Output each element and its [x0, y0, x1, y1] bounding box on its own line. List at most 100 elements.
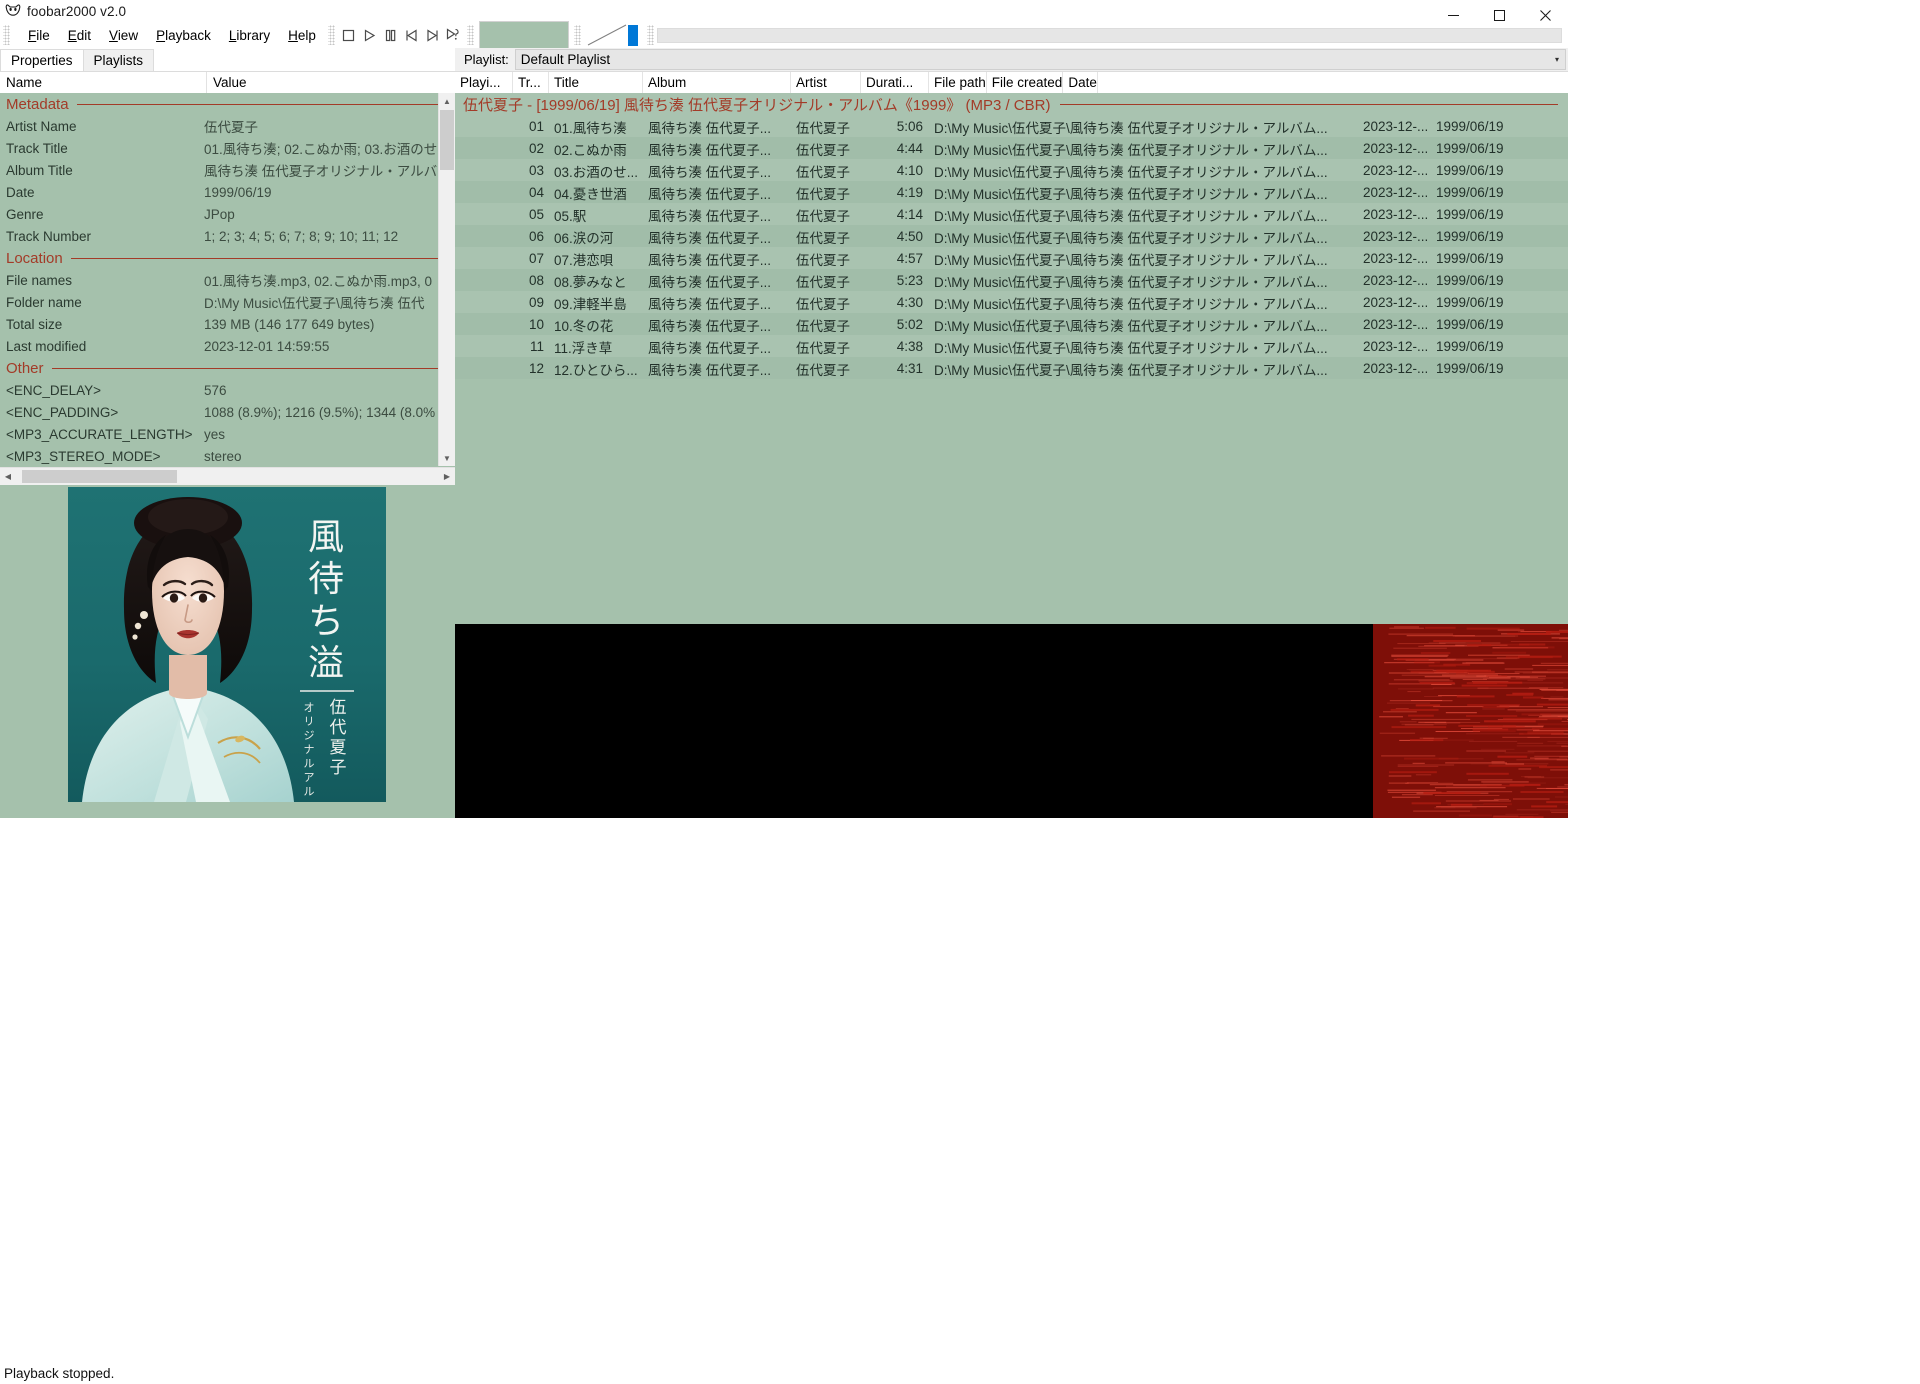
- playlist-dropdown[interactable]: Default Playlist ▾: [515, 49, 1566, 70]
- menu-toolbar-row: File Edit View Playback Library Help: [0, 22, 1568, 48]
- playlist-empty-area[interactable]: [455, 397, 1568, 624]
- column-header-value[interactable]: Value: [207, 72, 455, 94]
- cell-track: 06: [513, 228, 549, 244]
- property-row[interactable]: Last modified 2023-12-01 14:59:55: [0, 335, 455, 357]
- playlist-track-row[interactable]: 09 09.津軽半島 風待ち湊 伍代夏子... 伍代夏子 4:30 D:\My Music…: [455, 291, 1568, 313]
- property-row[interactable]: <ENC_DELAY> 576: [0, 379, 455, 401]
- previous-button[interactable]: [401, 24, 422, 46]
- property-row[interactable]: File names 01.風待ち湊.mp3, 02.こぬか雨.mp3, 0: [0, 269, 455, 291]
- seek-bar[interactable]: [657, 28, 1562, 43]
- menu-item-edit[interactable]: Edit: [59, 25, 100, 46]
- property-row[interactable]: Track Title 01.風待ち湊; 02.こぬか雨; 03.お酒のせ: [0, 137, 455, 159]
- menu-item-help[interactable]: Help: [279, 25, 325, 46]
- tab-properties[interactable]: Properties: [0, 49, 84, 71]
- column-header-name[interactable]: Name: [0, 72, 207, 94]
- playlist-column-artist[interactable]: Artist: [791, 72, 861, 94]
- playlist-column-playing[interactable]: Playi...: [455, 72, 513, 94]
- playlist-column-date[interactable]: Date: [1063, 72, 1098, 94]
- property-row[interactable]: Track Number 1; 2; 3; 4; 5; 6; 7; 8; 9; 1…: [0, 225, 455, 247]
- cell-track: 08: [513, 272, 549, 288]
- cell-artist: 伍代夏子: [791, 358, 861, 379]
- property-row[interactable]: <MP3_STEREO_MODE> stereo: [0, 445, 455, 466]
- playlist-column-track[interactable]: Tr...: [513, 72, 549, 94]
- window-title: foobar2000 v2.0: [27, 4, 126, 19]
- playlist-column-filecreated[interactable]: File created: [987, 72, 1064, 94]
- properties-horizontal-scrollbar[interactable]: ◀ ▶: [0, 467, 455, 485]
- next-button[interactable]: [422, 24, 443, 46]
- chevron-down-icon[interactable]: ▾: [1550, 55, 1565, 64]
- playlist-column-title[interactable]: Title: [549, 72, 643, 94]
- property-row[interactable]: Date 1999/06/19: [0, 181, 455, 203]
- play-button[interactable]: [359, 24, 380, 46]
- property-name: Track Title: [0, 141, 200, 156]
- group-divider: [77, 104, 447, 105]
- horizontal-scroll-thumb[interactable]: [22, 470, 177, 483]
- property-row[interactable]: <MP3_ACCURATE_LENGTH> yes: [0, 423, 455, 445]
- svg-text:溢: 溢: [308, 643, 344, 684]
- menu-item-playback[interactable]: Playback: [147, 25, 220, 46]
- playlist-rows[interactable]: 伍代夏子 - [1999/06/19] 風待ち湊 伍代夏子オリジナル・アルバム《…: [455, 93, 1568, 397]
- playlist-column-album[interactable]: Album: [643, 72, 791, 94]
- property-value: D:\My Music\伍代夏子\風待ち湊 伍代: [200, 292, 455, 312]
- random-icon[interactable]: [443, 24, 464, 46]
- properties-list[interactable]: Metadata Artist Name 伍代夏子 Track Title 01.風待ち…: [0, 93, 455, 466]
- toolbar-grip-1[interactable]: [328, 25, 335, 45]
- playlist-track-row[interactable]: 03 03.お酒のせ... 風待ち湊 伍代夏子... 伍代夏子 4:10 D:\My Mu…: [455, 159, 1568, 181]
- menu-item-library[interactable]: Library: [220, 25, 279, 46]
- property-row[interactable]: Artist Name 伍代夏子: [0, 115, 455, 137]
- album-art-thumbnail[interactable]: [479, 21, 569, 49]
- cell-artist: 伍代夏子: [791, 116, 861, 137]
- horizontal-scroll-track[interactable]: [16, 469, 439, 485]
- cell-date: 1999/06/19: [1431, 316, 1531, 332]
- scroll-down-icon[interactable]: ▼: [439, 450, 455, 466]
- tab-playlists[interactable]: Playlists: [83, 49, 155, 71]
- cell-album: 風待ち湊 伍代夏子...: [643, 160, 791, 181]
- cell-playing: [455, 302, 513, 303]
- playlist-column-filepath[interactable]: File path: [929, 72, 987, 94]
- playlist-track-row[interactable]: 12 12.ひとひら... 風待ち湊 伍代夏子... 伍代夏子 4:31 D:\My Mu…: [455, 357, 1568, 379]
- cell-filepath: D:\My Music\伍代夏子\風待ち湊 伍代夏子オリジナル・アルバム...: [929, 270, 1359, 291]
- scroll-left-icon[interactable]: ◀: [0, 469, 16, 485]
- stop-button[interactable]: [338, 24, 359, 46]
- playlist-track-row[interactable]: 01 01.風待ち湊 風待ち湊 伍代夏子... 伍代夏子 5:06 D:\My Music…: [455, 115, 1568, 137]
- playlist-track-row[interactable]: 05 05.駅 風待ち湊 伍代夏子... 伍代夏子 4:14 D:\My Music\伍代…: [455, 203, 1568, 225]
- property-row[interactable]: Album Title 風待ち湊 伍代夏子オリジナル・アルバ: [0, 159, 455, 181]
- playlist-track-row[interactable]: 10 10.冬の花 風待ち湊 伍代夏子... 伍代夏子 5:02 D:\My Music\…: [455, 313, 1568, 335]
- playlist-track-row[interactable]: 11 11.浮き草 風待ち湊 伍代夏子... 伍代夏子 4:38 D:\My Music\…: [455, 335, 1568, 357]
- cell-filecreated: 2023-12-...: [1359, 360, 1431, 376]
- spectrogram-visualization[interactable]: [455, 624, 1568, 818]
- toolbar-grip-2[interactable]: [467, 25, 474, 45]
- scroll-up-icon[interactable]: ▲: [439, 93, 455, 109]
- cell-filecreated: 2023-12-...: [1359, 162, 1431, 178]
- volume-slider[interactable]: [586, 22, 642, 48]
- property-row[interactable]: <ENC_PADDING> 1088 (8.9%); 1216 (9.5%); 1…: [0, 401, 455, 423]
- playlist-label: Playlist:: [455, 52, 515, 67]
- vertical-scroll-thumb[interactable]: [440, 110, 454, 170]
- playlist-track-row[interactable]: 07 07.港恋唄 風待ち湊 伍代夏子... 伍代夏子 4:57 D:\My Music\…: [455, 247, 1568, 269]
- left-panel-tabs: Properties Playlists: [0, 48, 455, 72]
- cell-duration: 4:30: [861, 294, 929, 310]
- menu-grip[interactable]: [3, 25, 10, 45]
- playlist-track-row[interactable]: 06 06.涙の河 風待ち湊 伍代夏子... 伍代夏子 4:50 D:\My Music\…: [455, 225, 1568, 247]
- toolbar-grip-4[interactable]: [647, 25, 654, 45]
- property-row[interactable]: Genre JPop: [0, 203, 455, 225]
- playlist-track-row[interactable]: 04 04.憂き世酒 風待ち湊 伍代夏子... 伍代夏子 4:19 D:\My Music…: [455, 181, 1568, 203]
- album-art-panel[interactable]: 風 待 ち 溢 伍 代 夏 子 オ リ ジ ナ ル ア ル: [0, 485, 455, 818]
- playlist-track-row[interactable]: 08 08.夢みなと 風待ち湊 伍代夏子... 伍代夏子 5:23 D:\My Music…: [455, 269, 1568, 291]
- cell-filepath: D:\My Music\伍代夏子\風待ち湊 伍代夏子オリジナル・アルバム...: [929, 248, 1359, 269]
- foobar2000-window: foobar2000 v2.0 File Edit View Playback Libr…: [0, 0, 1568, 840]
- property-row[interactable]: Total size 139 MB (146 177 649 bytes): [0, 313, 455, 335]
- pause-button[interactable]: [380, 24, 401, 46]
- cell-date: 1999/06/19: [1431, 338, 1531, 354]
- cell-album: 風待ち湊 伍代夏子...: [643, 138, 791, 159]
- menu-item-file[interactable]: File: [19, 25, 59, 46]
- playlist-column-duration[interactable]: Durati...: [861, 72, 929, 94]
- toolbar-grip-3[interactable]: [574, 25, 581, 45]
- playlist-track-row[interactable]: 02 02.こぬか雨 風待ち湊 伍代夏子... 伍代夏子 4:44 D:\My Music…: [455, 137, 1568, 159]
- menu-item-view[interactable]: View: [100, 25, 147, 46]
- cell-album: 風待ち湊 伍代夏子...: [643, 226, 791, 247]
- properties-vertical-scrollbar[interactable]: ▲ ▼: [438, 93, 455, 466]
- scroll-right-icon[interactable]: ▶: [439, 469, 455, 485]
- property-row[interactable]: Folder name D:\My Music\伍代夏子\風待ち湊 伍代: [0, 291, 455, 313]
- volume-thumb[interactable]: [628, 25, 638, 46]
